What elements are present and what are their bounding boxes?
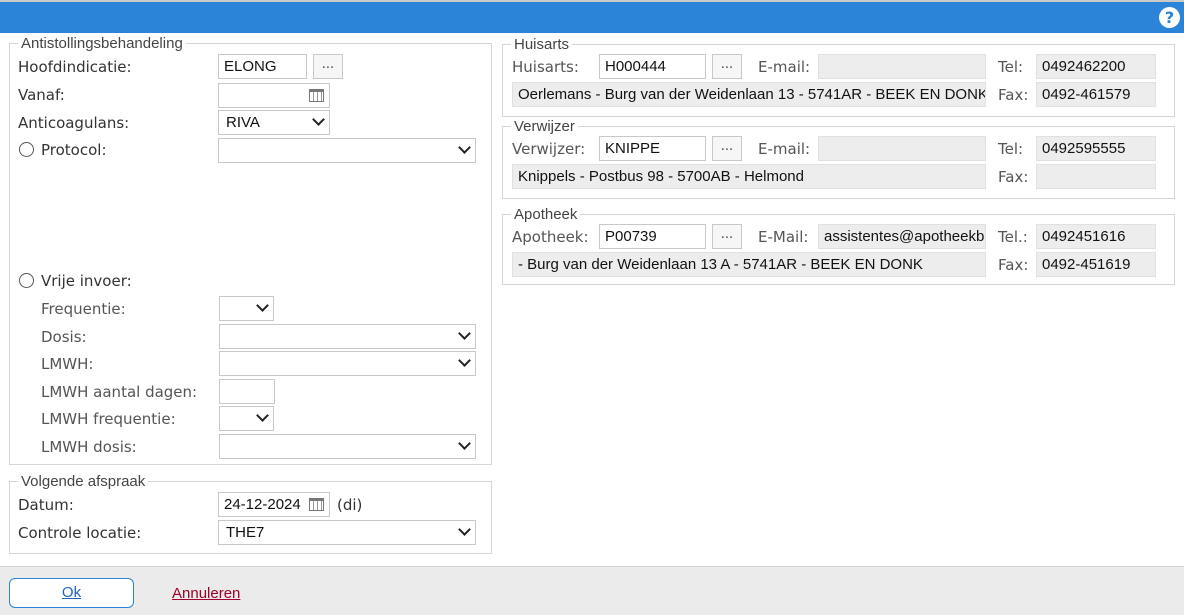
chevron-down-icon (458, 523, 471, 536)
apotheek-fax-field: 0492-451619 (1036, 252, 1156, 277)
datum-date-input[interactable]: 24-12-2024 (218, 492, 330, 517)
lmwh-dosis-label: LMWH dosis: (41, 438, 137, 456)
verwijzer-tel-field: 0492595555 (1036, 136, 1156, 161)
frequentie-label: Frequentie: (41, 300, 126, 318)
lmwh-aantal-dagen-label: LMWH aantal dagen: (41, 383, 198, 401)
huisarts-email-field (818, 54, 986, 79)
apotheek-tel-label: Tel.: (998, 228, 1028, 246)
huisarts-tel-label: Tel: (998, 58, 1024, 76)
calendar-icon[interactable] (309, 498, 324, 511)
huisarts-lookup-button[interactable]: ... (712, 54, 742, 79)
anticoagulans-select[interactable]: RIVA (218, 110, 330, 135)
controle-locatie-select[interactable]: THE7 (218, 520, 476, 545)
dosis-label: Dosis: (41, 328, 87, 346)
apotheek-fax-label: Fax: (998, 256, 1029, 274)
chevron-down-icon (256, 409, 269, 422)
verwijzer-code-input[interactable]: KNIPPE (599, 136, 706, 161)
huisarts-email-label: E-mail: (758, 58, 811, 76)
controle-locatie-value: THE7 (226, 524, 265, 541)
day-hint: (di) (337, 496, 363, 514)
apotheek-label: Apotheek: (512, 228, 589, 246)
datum-value: 24-12-2024 (224, 496, 301, 513)
protocol-label: Protocol: (41, 141, 107, 159)
frequentie-select[interactable] (219, 296, 274, 321)
huisarts-fax-label: Fax: (998, 86, 1029, 104)
apotheek-code-input[interactable]: P00739 (599, 224, 706, 249)
calendar-icon[interactable] (309, 89, 324, 102)
dosis-select[interactable] (219, 324, 476, 349)
huisarts-legend: Huisarts (514, 36, 570, 53)
datum-label: Datum: (18, 496, 74, 514)
vanaf-date-input[interactable] (218, 83, 330, 108)
vrije-invoer-radio[interactable] (19, 273, 34, 288)
vanaf-label: Vanaf: (18, 86, 65, 104)
vrije-invoer-label: Vrije invoer: (41, 272, 132, 290)
huisarts-tel-field: 0492462200 (1036, 54, 1156, 79)
chevron-down-icon (458, 141, 471, 154)
verwijzer-address-field: Knippels - Postbus 98 - 5700AB - Helmond (512, 164, 986, 189)
ok-button[interactable]: Ok (9, 578, 134, 608)
lmwh-frequentie-select[interactable] (219, 406, 274, 431)
huisarts-code-input[interactable]: H000444 (599, 54, 706, 79)
dialog-footer: Ok Annuleren (0, 566, 1184, 615)
apotheek-lookup-button[interactable]: ... (712, 224, 742, 249)
antistolling-legend: Antistollingsbehandeling (21, 35, 183, 52)
huisarts-fax-field: 0492-461579 (1036, 82, 1156, 107)
verwijzer-fax-field (1036, 164, 1156, 189)
huisarts-label: Huisarts: (512, 58, 579, 76)
lmwh-dosis-select[interactable] (219, 434, 476, 459)
question-circle-icon[interactable]: ? (1159, 7, 1180, 28)
verwijzer-label: Verwijzer: (512, 140, 586, 158)
anticoagulans-value: RIVA (226, 114, 260, 131)
verwijzer-email-field (818, 136, 986, 161)
hoofdindicatie-input[interactable]: ELONG (218, 54, 307, 79)
lmwh-label: LMWH: (41, 355, 94, 373)
hoofdindicatie-lookup-button[interactable]: ... (313, 54, 343, 79)
cancel-link[interactable]: Annuleren (172, 585, 240, 602)
verwijzer-fax-label: Fax: (998, 168, 1029, 186)
huisarts-address-field: Oerlemans - Burg van der Weidenlaan 13 -… (512, 82, 986, 107)
apotheek-legend: Apotheek (514, 206, 578, 223)
lmwh-aantal-dagen-input[interactable] (219, 379, 275, 404)
chevron-down-icon (256, 299, 269, 312)
chevron-down-icon (458, 327, 471, 340)
controle-locatie-label: Controle locatie: (18, 524, 142, 542)
lmwh-frequentie-label: LMWH frequentie: (41, 410, 176, 428)
verwijzer-lookup-button[interactable]: ... (712, 136, 742, 161)
verwijzer-email-label: E-mail: (758, 140, 811, 158)
apotheek-tel-field: 0492451616 (1036, 224, 1156, 249)
chevron-down-icon (458, 437, 471, 450)
apotheek-email-field: assistentes@apotheekb (818, 224, 986, 249)
verwijzer-legend: Verwijzer (514, 118, 575, 135)
lmwh-select[interactable] (219, 351, 476, 376)
volgende-afspraak-legend: Volgende afspraak (21, 473, 146, 490)
dialog-titlebar: ? (0, 0, 1184, 33)
verwijzer-tel-label: Tel: (998, 140, 1024, 158)
hoofdindicatie-label: Hoofdindicatie: (18, 58, 132, 76)
apotheek-address-field: - Burg van der Weidenlaan 13 A - 5741AR … (512, 252, 986, 277)
chevron-down-icon (312, 113, 325, 126)
protocol-select[interactable] (218, 138, 476, 163)
apotheek-email-label: E-Mail: (758, 228, 809, 246)
anticoagulans-label: Anticoagulans: (18, 114, 130, 132)
chevron-down-icon (458, 354, 471, 367)
protocol-radio[interactable] (19, 142, 34, 157)
